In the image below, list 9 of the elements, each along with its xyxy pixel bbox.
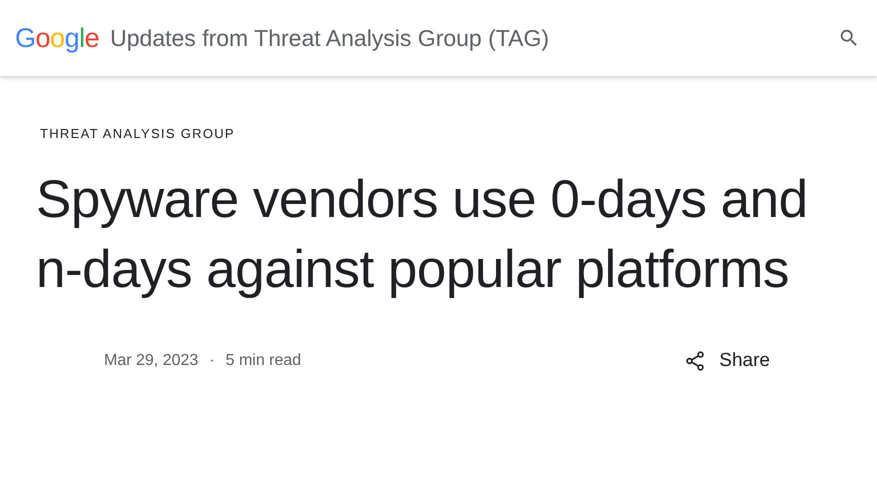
google-logo[interactable]: Google: [15, 24, 100, 52]
separator-dot: ·: [209, 351, 215, 372]
article-headline: Spyware vendors use 0-days and n-days against popular platforms: [36, 169, 809, 301]
category-label[interactable]: THREAT ANALYSIS GROUP: [40, 126, 877, 142]
site-title: Updates from Threat Analysis Group (TAG): [110, 24, 550, 53]
share-icon: [684, 350, 706, 372]
publish-date: Mar 29, 2023: [104, 351, 198, 372]
share-button[interactable]: Share: [684, 347, 770, 376]
read-time: 5 min read: [226, 351, 302, 372]
